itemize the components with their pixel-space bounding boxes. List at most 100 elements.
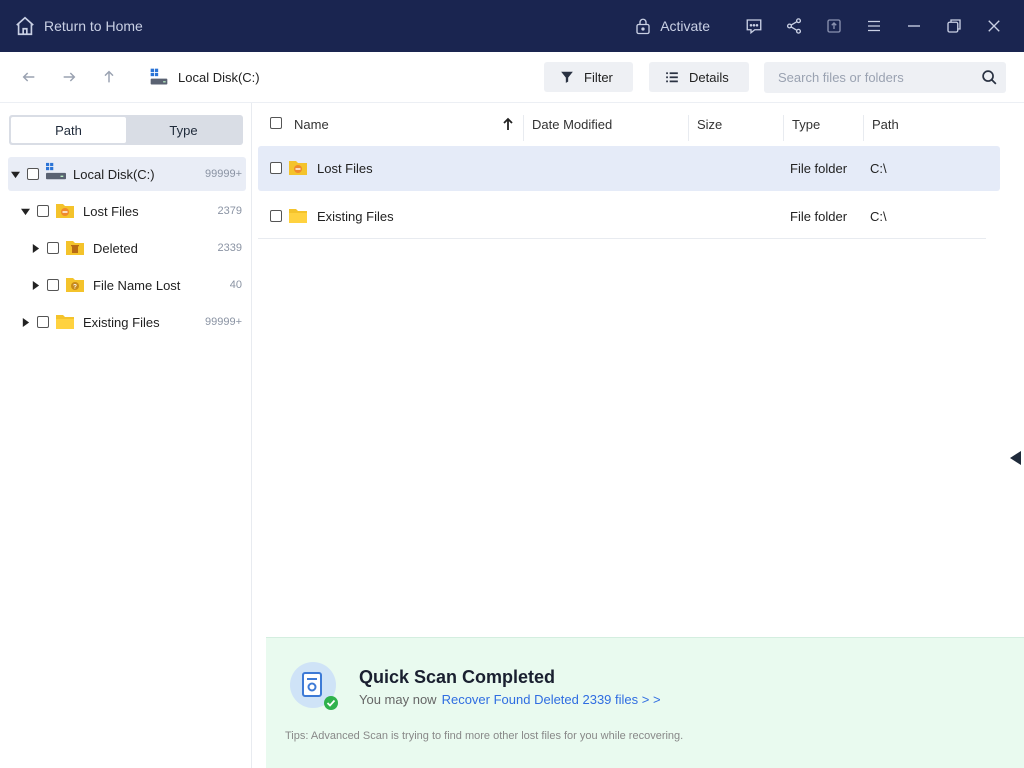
banner-subtitle: You may now Recover Found Deleted 2339 f… (359, 692, 661, 707)
tree-item-count: 40 (229, 279, 242, 291)
column-date-modified[interactable]: Date Modified (532, 103, 612, 145)
menu-icon (868, 20, 880, 32)
breadcrumb[interactable]: Local Disk(C:) (149, 67, 260, 87)
filter-icon (561, 71, 573, 83)
sidebar: Path Type Local Disk(C:) 99999+ Lost Fil… (0, 103, 252, 768)
up-button[interactable] (89, 57, 129, 97)
export-button[interactable] (814, 0, 854, 52)
tree-checkbox[interactable] (37, 205, 49, 217)
minimize-button[interactable] (894, 0, 934, 52)
tree-item-file-name-lost[interactable]: ? File Name Lost 40 (8, 268, 246, 302)
collapse-arrow-icon[interactable] (30, 280, 40, 290)
sort-arrow-up-icon[interactable] (502, 117, 514, 131)
list-icon (666, 72, 678, 83)
local-disk-icon (150, 68, 168, 85)
export-icon (827, 19, 841, 33)
tree-checkbox[interactable] (47, 279, 59, 291)
tree-item-label: File Name Lost (93, 277, 181, 293)
search-input[interactable] (778, 70, 978, 85)
restore-icon (947, 19, 961, 33)
row-checkbox[interactable] (270, 162, 282, 174)
tree-item-count: 99999+ (204, 168, 242, 180)
feedback-button[interactable] (734, 0, 774, 52)
tree-item-count: 2339 (217, 242, 242, 254)
tree-item-local-disk[interactable]: Local Disk(C:) 99999+ (8, 157, 246, 191)
tree-item-label: Deleted (93, 240, 138, 256)
return-home-button[interactable]: Return to Home (14, 15, 143, 37)
row-name: Lost Files (317, 161, 373, 176)
tree-item-count: 2379 (217, 205, 242, 217)
lost-folder-icon (289, 161, 307, 175)
details-button[interactable]: Details (649, 62, 749, 92)
column-path[interactable]: Path (872, 103, 899, 145)
table-header: Name Date Modified Size Type Path (258, 103, 1000, 145)
row-type: File folder (790, 161, 848, 176)
table-row[interactable]: Existing Files File folder C:\ (258, 194, 986, 239)
expand-panel-icon[interactable] (1008, 450, 1022, 466)
share-icon (786, 18, 802, 34)
local-disk-icon (46, 162, 66, 180)
lost-folder-icon (56, 204, 74, 218)
column-size[interactable]: Size (697, 103, 722, 145)
row-checkbox[interactable] (270, 210, 282, 222)
folder-icon (289, 209, 307, 223)
tree-item-count: 99999+ (204, 316, 242, 328)
title-bar: Return to Home Activate (0, 0, 1024, 52)
activate-label: Activate (660, 18, 710, 34)
filter-button[interactable]: Filter (544, 62, 633, 92)
tree-item-label: Local Disk(C:) (73, 166, 155, 182)
activate-button[interactable]: Activate (634, 17, 710, 35)
expand-arrow-icon[interactable] (10, 169, 20, 179)
recover-deleted-link[interactable]: Recover Found Deleted 2339 files > > (442, 692, 661, 707)
search-icon[interactable] (981, 69, 998, 86)
close-button[interactable] (974, 0, 1014, 52)
column-name[interactable]: Name (294, 103, 329, 145)
banner-subtitle-prefix: You may now (359, 692, 437, 707)
details-label: Details (689, 69, 729, 85)
table-row[interactable]: Lost Files File folder C:\ (258, 146, 1000, 191)
select-all-checkbox[interactable] (270, 117, 282, 129)
tab-path[interactable]: Path (11, 117, 126, 143)
minimize-icon (908, 25, 920, 27)
filter-label: Filter (584, 69, 613, 85)
menu-button[interactable] (854, 0, 894, 52)
row-path: C:\ (870, 161, 887, 176)
unknown-folder-icon: ? (66, 278, 84, 292)
banner-tip: Tips: Advanced Scan is trying to find mo… (285, 730, 684, 742)
row-type: File folder (790, 209, 848, 224)
arrow-up-icon (104, 70, 114, 83)
breadcrumb-label: Local Disk(C:) (178, 69, 260, 85)
scan-complete-banner: Quick Scan Completed You may now Recover… (266, 637, 1024, 768)
column-type[interactable]: Type (792, 103, 820, 145)
arrow-right-icon (63, 72, 76, 82)
back-button[interactable] (9, 57, 49, 97)
tree-item-label: Existing Files (83, 314, 160, 330)
view-toggle: Path Type (9, 115, 243, 145)
deleted-folder-icon (66, 241, 84, 255)
collapse-arrow-icon[interactable] (20, 317, 30, 327)
arrow-left-icon (22, 72, 35, 82)
folder-icon (56, 315, 74, 329)
tab-type[interactable]: Type (126, 117, 241, 143)
svg-text:?: ? (73, 284, 77, 291)
toolbar: Local Disk(C:) Filter Details (0, 52, 1024, 103)
tree-item-label: Lost Files (83, 203, 139, 219)
tree-item-existing-files[interactable]: Existing Files 99999+ (8, 305, 246, 339)
tree-item-lost-files[interactable]: Lost Files 2379 (8, 194, 246, 228)
expand-arrow-icon[interactable] (20, 206, 30, 216)
lock-icon (636, 18, 650, 35)
tree-checkbox[interactable] (47, 242, 59, 254)
tree-item-deleted[interactable]: Deleted 2339 (8, 231, 246, 265)
tree-checkbox[interactable] (27, 168, 39, 180)
forward-button[interactable] (49, 57, 89, 97)
row-name: Existing Files (317, 209, 394, 224)
row-path: C:\ (870, 209, 887, 224)
collapse-arrow-icon[interactable] (30, 243, 40, 253)
banner-title: Quick Scan Completed (359, 667, 556, 687)
scan-complete-icon (290, 662, 338, 710)
search-box (764, 62, 1006, 93)
share-button[interactable] (774, 0, 814, 52)
close-icon (988, 20, 1000, 32)
tree-checkbox[interactable] (37, 316, 49, 328)
restore-button[interactable] (934, 0, 974, 52)
